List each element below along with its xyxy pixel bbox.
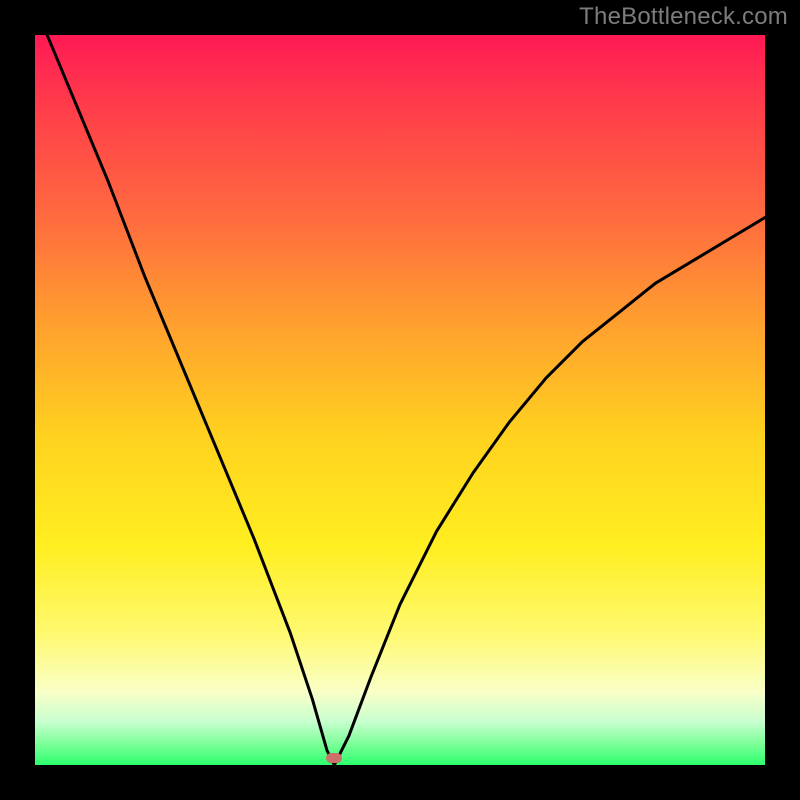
curve-path bbox=[35, 6, 765, 765]
plot-area bbox=[35, 35, 765, 765]
watermark-text: TheBottleneck.com bbox=[579, 3, 788, 31]
chart-frame: TheBottleneck.com bbox=[0, 0, 800, 800]
bottleneck-curve bbox=[35, 35, 765, 765]
minimum-marker bbox=[326, 753, 342, 763]
